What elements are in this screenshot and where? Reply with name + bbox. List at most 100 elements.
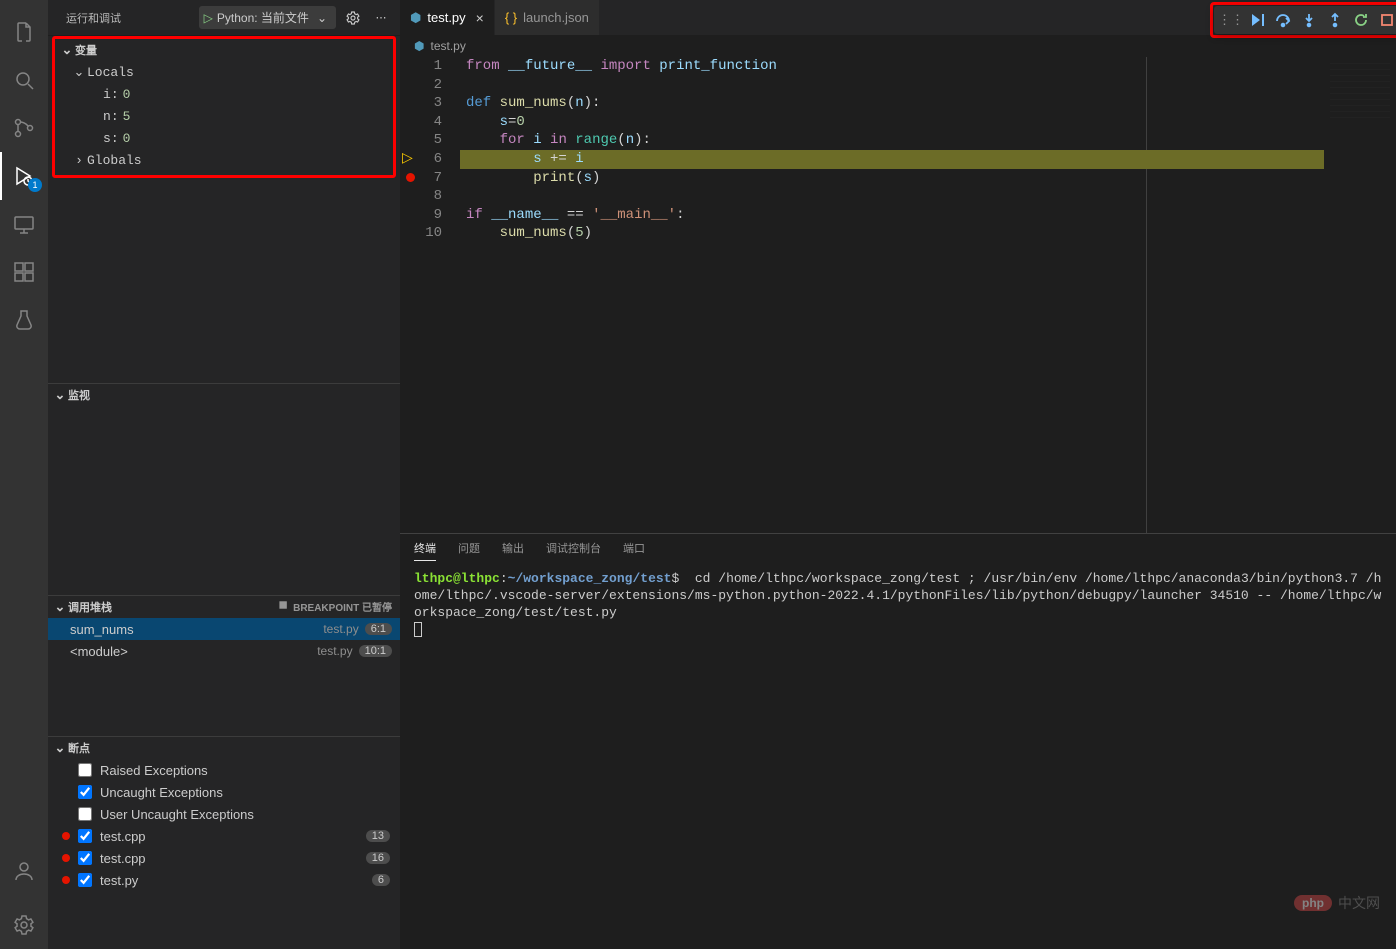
section-hdr-variables[interactable]: ⌄ 变量 bbox=[55, 39, 393, 61]
checkbox[interactable] bbox=[78, 785, 92, 799]
checkbox[interactable] bbox=[78, 873, 92, 887]
sidebar-header: 运行和调试 ▷ Python: 当前文件 ⌄ ⋯ bbox=[48, 0, 400, 35]
checkbox[interactable] bbox=[78, 851, 92, 865]
callstack-row[interactable]: <module> test.py 10:1 bbox=[48, 640, 400, 662]
var-row[interactable]: i: 0 bbox=[55, 83, 393, 105]
stop-button[interactable] bbox=[1374, 8, 1396, 32]
section-label: 调用堆栈 bbox=[68, 599, 112, 615]
bp-label: User Uncaught Exceptions bbox=[100, 807, 390, 822]
scope-label: Locals bbox=[87, 65, 134, 80]
debug-config-selector[interactable]: ▷ Python: 当前文件 ⌄ bbox=[199, 6, 336, 29]
terminal-output[interactable]: lthpc@lthpc:~/workspace_zong/test$ cd /h… bbox=[400, 566, 1396, 949]
var-name: i bbox=[103, 87, 111, 102]
tab-label: test.py bbox=[427, 10, 465, 25]
section-hdr-watch[interactable]: ⌄ 监视 bbox=[48, 384, 400, 406]
panel-tab-output[interactable]: 输出 bbox=[502, 540, 524, 560]
drag-grip-icon[interactable]: ⋮⋮ bbox=[1218, 8, 1244, 32]
bp-label: Uncaught Exceptions bbox=[100, 785, 390, 800]
section-hdr-callstack[interactable]: ⌄ 调用堆栈 ⯀ BREAKPOINT 已暂停 bbox=[48, 596, 400, 618]
activity-testing[interactable] bbox=[0, 296, 48, 344]
activity-settings[interactable] bbox=[0, 901, 48, 949]
breakpoint-dot-icon[interactable] bbox=[406, 173, 415, 182]
bp-option-raised[interactable]: Raised Exceptions bbox=[48, 759, 400, 781]
step-into-button[interactable] bbox=[1296, 8, 1322, 32]
bp-file-row[interactable]: test.cpp 13 bbox=[48, 825, 400, 847]
bp-file-row[interactable]: test.cpp 16 bbox=[48, 847, 400, 869]
var-row[interactable]: s: 0 bbox=[55, 127, 393, 149]
activity-search[interactable] bbox=[0, 56, 48, 104]
frame-name: <module> bbox=[70, 644, 317, 659]
restart-button[interactable] bbox=[1348, 8, 1374, 32]
debug-sidebar: 运行和调试 ▷ Python: 当前文件 ⌄ ⋯ ⌄ 变量 ⌄ Locals i… bbox=[48, 0, 400, 949]
ellipsis-icon[interactable]: ⋯ bbox=[370, 7, 392, 29]
current-line-arrow-icon: ▷ bbox=[402, 150, 413, 169]
breakpoint-dot-icon bbox=[62, 854, 70, 862]
panel-tab-debug-console[interactable]: 调试控制台 bbox=[546, 540, 601, 560]
editor-group: ⋮⋮ ⬢ test.py × bbox=[400, 0, 1396, 949]
breadcrumb[interactable]: ⬢ test.py bbox=[400, 35, 1396, 57]
code-editor[interactable]: ▷ 1 2 3 4 5 6 7 8 9 10 from __future__ i… bbox=[400, 57, 1396, 533]
scope-label: Globals bbox=[87, 153, 142, 168]
activity-explorer[interactable] bbox=[0, 8, 48, 56]
editor-gutter: ▷ 1 2 3 4 5 6 7 8 9 10 bbox=[400, 57, 460, 533]
minimap[interactable] bbox=[1324, 57, 1396, 533]
chevron-down-icon: ⌄ bbox=[59, 42, 75, 58]
bp-file-row[interactable]: test.py 6 bbox=[48, 869, 400, 891]
gear-icon[interactable] bbox=[342, 7, 364, 29]
chevron-right-icon: › bbox=[71, 153, 87, 168]
activity-scm[interactable] bbox=[0, 104, 48, 152]
breakpoint-dot-icon bbox=[62, 876, 70, 884]
chevron-down-icon: ⌄ bbox=[52, 387, 68, 403]
python-file-icon: ⬢ bbox=[414, 39, 424, 53]
line-number: 2 bbox=[400, 76, 442, 95]
breadcrumb-file: test.py bbox=[430, 39, 465, 53]
activity-run-debug[interactable]: 1 bbox=[0, 152, 48, 200]
frame-name: sum_nums bbox=[70, 622, 323, 637]
line-number: 9 bbox=[400, 206, 442, 225]
bp-file: test.py bbox=[100, 873, 364, 888]
section-label: 变量 bbox=[75, 42, 97, 58]
chevron-down-icon: ⌄ bbox=[317, 11, 327, 25]
chevron-down-icon: ⌄ bbox=[52, 740, 68, 756]
bp-line: 6 bbox=[372, 874, 390, 886]
sidebar-title: 运行和调试 bbox=[66, 10, 199, 26]
section-label: 断点 bbox=[68, 740, 90, 756]
bottom-panel: 终端 问题 输出 调试控制台 端口 lthpc@lthpc:~/workspac… bbox=[400, 533, 1396, 949]
python-file-icon: ⬢ bbox=[410, 10, 421, 26]
section-hdr-breakpoints[interactable]: ⌄ 断点 bbox=[48, 737, 400, 759]
step-over-button[interactable] bbox=[1270, 8, 1296, 32]
editor-tab-launch-json[interactable]: { } launch.json bbox=[495, 0, 600, 35]
line-number: 10 bbox=[400, 224, 442, 243]
line-number: 4 bbox=[400, 113, 442, 132]
checkbox[interactable] bbox=[78, 763, 92, 777]
bp-file: test.cpp bbox=[100, 851, 358, 866]
checkbox[interactable] bbox=[78, 807, 92, 821]
line-number: 1 bbox=[400, 57, 442, 76]
callstack-status: BREAKPOINT 已暂停 bbox=[293, 599, 392, 614]
var-value: 0 bbox=[123, 131, 131, 146]
watermark-brand: php bbox=[1294, 895, 1332, 911]
pause-reason-icon: ⯀ bbox=[279, 601, 287, 612]
panel-tab-terminal[interactable]: 终端 bbox=[414, 540, 436, 561]
activity-remote[interactable] bbox=[0, 200, 48, 248]
play-icon: ▷ bbox=[204, 11, 213, 25]
panel-tab-ports[interactable]: 端口 bbox=[623, 540, 645, 560]
bp-label: Raised Exceptions bbox=[100, 763, 390, 778]
activity-account[interactable] bbox=[0, 847, 48, 895]
activity-extensions[interactable] bbox=[0, 248, 48, 296]
scope-locals[interactable]: ⌄ Locals bbox=[55, 61, 393, 83]
step-out-button[interactable] bbox=[1322, 8, 1348, 32]
panel-tab-problems[interactable]: 问题 bbox=[458, 540, 480, 560]
checkbox[interactable] bbox=[78, 829, 92, 843]
watermark: php 中文网 bbox=[1294, 893, 1380, 913]
close-icon[interactable]: × bbox=[476, 10, 484, 26]
section-breakpoints: ⌄ 断点 Raised Exceptions Uncaught Exceptio… bbox=[48, 736, 400, 949]
code-area[interactable]: from __future__ import print_function de… bbox=[460, 57, 1324, 533]
editor-tab-test-py[interactable]: ⬢ test.py × bbox=[400, 0, 495, 35]
var-row[interactable]: n: 5 bbox=[55, 105, 393, 127]
bp-option-user-uncaught[interactable]: User Uncaught Exceptions bbox=[48, 803, 400, 825]
scope-globals[interactable]: › Globals bbox=[55, 149, 393, 171]
callstack-row[interactable]: sum_nums test.py 6:1 bbox=[48, 618, 400, 640]
bp-option-uncaught[interactable]: Uncaught Exceptions bbox=[48, 781, 400, 803]
continue-button[interactable] bbox=[1244, 8, 1270, 32]
